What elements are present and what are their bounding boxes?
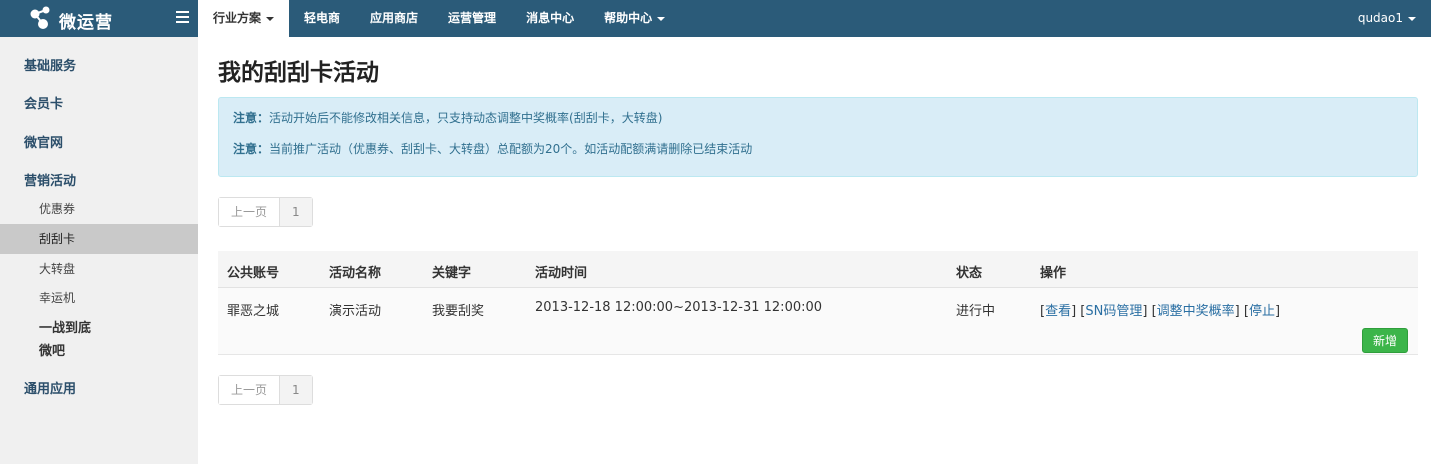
sidebar-item-lucky-machine[interactable]: 幸运机 (0, 283, 198, 313)
notice-line-2: 注意：当前推广活动（优惠券、刮刮卡、大转盘）总配额为20个。如活动配额满请删除已… (233, 140, 752, 157)
nav-operations-label: 运营管理 (448, 11, 497, 25)
sidebar-item-coupon[interactable]: 优惠券 (0, 194, 198, 224)
notice-label: 注意： (233, 142, 270, 156)
nav-industry-solutions[interactable]: 行业方案 (198, 0, 290, 37)
share-nodes-icon (30, 6, 50, 29)
user-menu[interactable]: qudao1 (1358, 0, 1416, 37)
sidebar-group-basic-services[interactable]: 基础服务 (24, 55, 76, 74)
table-row: 罪恶之城 演示活动 我要刮奖 2013-12-18 12:00:00~2013-… (218, 288, 1418, 355)
top-navbar: 微运营 行业方案 轻电商 应用商店 运营管理 消息中心 帮助中心 qudao1 (0, 0, 1431, 37)
brand-name: 微运营 (59, 13, 113, 33)
sn-code-link[interactable]: SN码管理 (1085, 304, 1142, 319)
column-header-actions: 操作 (1040, 266, 1067, 281)
notice-text: 当前推广活动（优惠券、刮刮卡、大转盘）总配额为20个。如活动配额满请删除已结束活… (269, 142, 753, 156)
activity-table: 公共账号 活动名称 关键字 活动时间 状态 操作 罪恶之城 演示活动 我要刮奖 … (218, 251, 1418, 355)
caret-down-icon (1408, 16, 1416, 21)
nav-message-center[interactable]: 消息中心 (511, 0, 589, 37)
notice-label: 注意： (233, 111, 270, 125)
sidebar-item-forum[interactable]: 微吧 (39, 340, 65, 359)
nav-light-ecommerce[interactable]: 轻电商 (289, 0, 355, 37)
caret-down-icon (657, 16, 666, 21)
nav-message-center-label: 消息中心 (526, 11, 575, 25)
notice-alert: 注意：活动开始后不能修改相关信息，只支持动态调整中奖概率(刮刮卡，大转盘) 注意… (218, 97, 1418, 177)
cell-time: 2013-12-18 12:00:00~2013-12-31 12:00:00 (535, 300, 823, 315)
main-nav: 行业方案 轻电商 应用商店 运营管理 消息中心 帮助中心 (198, 0, 680, 37)
column-header-status: 状态 (956, 266, 983, 281)
stop-link[interactable]: 停止 (1249, 304, 1275, 319)
sidebar-item-scratch-card[interactable]: 刮刮卡 (0, 224, 198, 254)
nav-help-center[interactable]: 帮助中心 (589, 0, 680, 37)
notice-text: 活动开始后不能修改相关信息，只支持动态调整中奖概率(刮刮卡，大转盘) (269, 111, 663, 125)
cell-account: 罪恶之城 (227, 304, 280, 319)
sidebar: 基础服务 会员卡 微官网 营销活动 优惠券 刮刮卡 大转盘 幸运机 一战到底 微… (0, 37, 198, 464)
page-number[interactable]: 1 (279, 376, 312, 404)
sidebar-group-member-card[interactable]: 会员卡 (24, 93, 63, 112)
add-button[interactable]: 新增 (1362, 328, 1408, 353)
table-header: 公共账号 活动名称 关键字 活动时间 状态 操作 (218, 251, 1418, 288)
prev-page-button[interactable]: 上一页 (219, 198, 280, 226)
cell-status: 进行中 (956, 304, 996, 319)
user-name: qudao1 (1357, 11, 1403, 25)
notice-line-1: 注意：活动开始后不能修改相关信息，只支持动态调整中奖概率(刮刮卡，大转盘) (233, 109, 662, 126)
menu-toggle-icon[interactable] (176, 11, 189, 25)
column-header-keyword: 关键字 (432, 266, 472, 281)
nav-light-ecommerce-label: 轻电商 (304, 11, 341, 25)
cell-actions: [查看] [SN码管理] [调整中奖概率] [停止] (1040, 304, 1281, 319)
nav-app-store-label: 应用商店 (370, 11, 419, 25)
brand[interactable]: 微运营 (0, 0, 198, 37)
nav-app-store[interactable]: 应用商店 (355, 0, 433, 37)
cell-name: 演示活动 (329, 304, 382, 319)
nav-industry-solutions-label: 行业方案 (213, 11, 262, 25)
page-title: 我的刮刮卡活动 (218, 60, 379, 86)
sidebar-group-marketing[interactable]: 营销活动 (24, 170, 76, 189)
prev-page-button[interactable]: 上一页 (219, 376, 280, 404)
sidebar-group-common-apps[interactable]: 通用应用 (24, 378, 76, 397)
sidebar-group-micro-website[interactable]: 微官网 (24, 132, 63, 151)
view-link[interactable]: 查看 (1045, 304, 1071, 319)
nav-operations[interactable]: 运营管理 (433, 0, 511, 37)
column-header-time: 活动时间 (535, 266, 588, 281)
cell-keyword: 我要刮奖 (432, 304, 485, 319)
caret-down-icon (266, 16, 275, 21)
column-header-account: 公共账号 (227, 266, 280, 281)
adjust-probability-link[interactable]: 调整中奖概率 (1157, 304, 1235, 319)
pagination-bottom: 上一页 1 (218, 375, 313, 405)
nav-help-center-label: 帮助中心 (604, 11, 653, 25)
sidebar-item-wheel[interactable]: 大转盘 (0, 254, 198, 284)
sidebar-item-quiz[interactable]: 一战到底 (39, 317, 91, 336)
pagination-top: 上一页 1 (218, 197, 313, 227)
column-header-name: 活动名称 (329, 266, 382, 281)
page-number[interactable]: 1 (279, 198, 312, 226)
